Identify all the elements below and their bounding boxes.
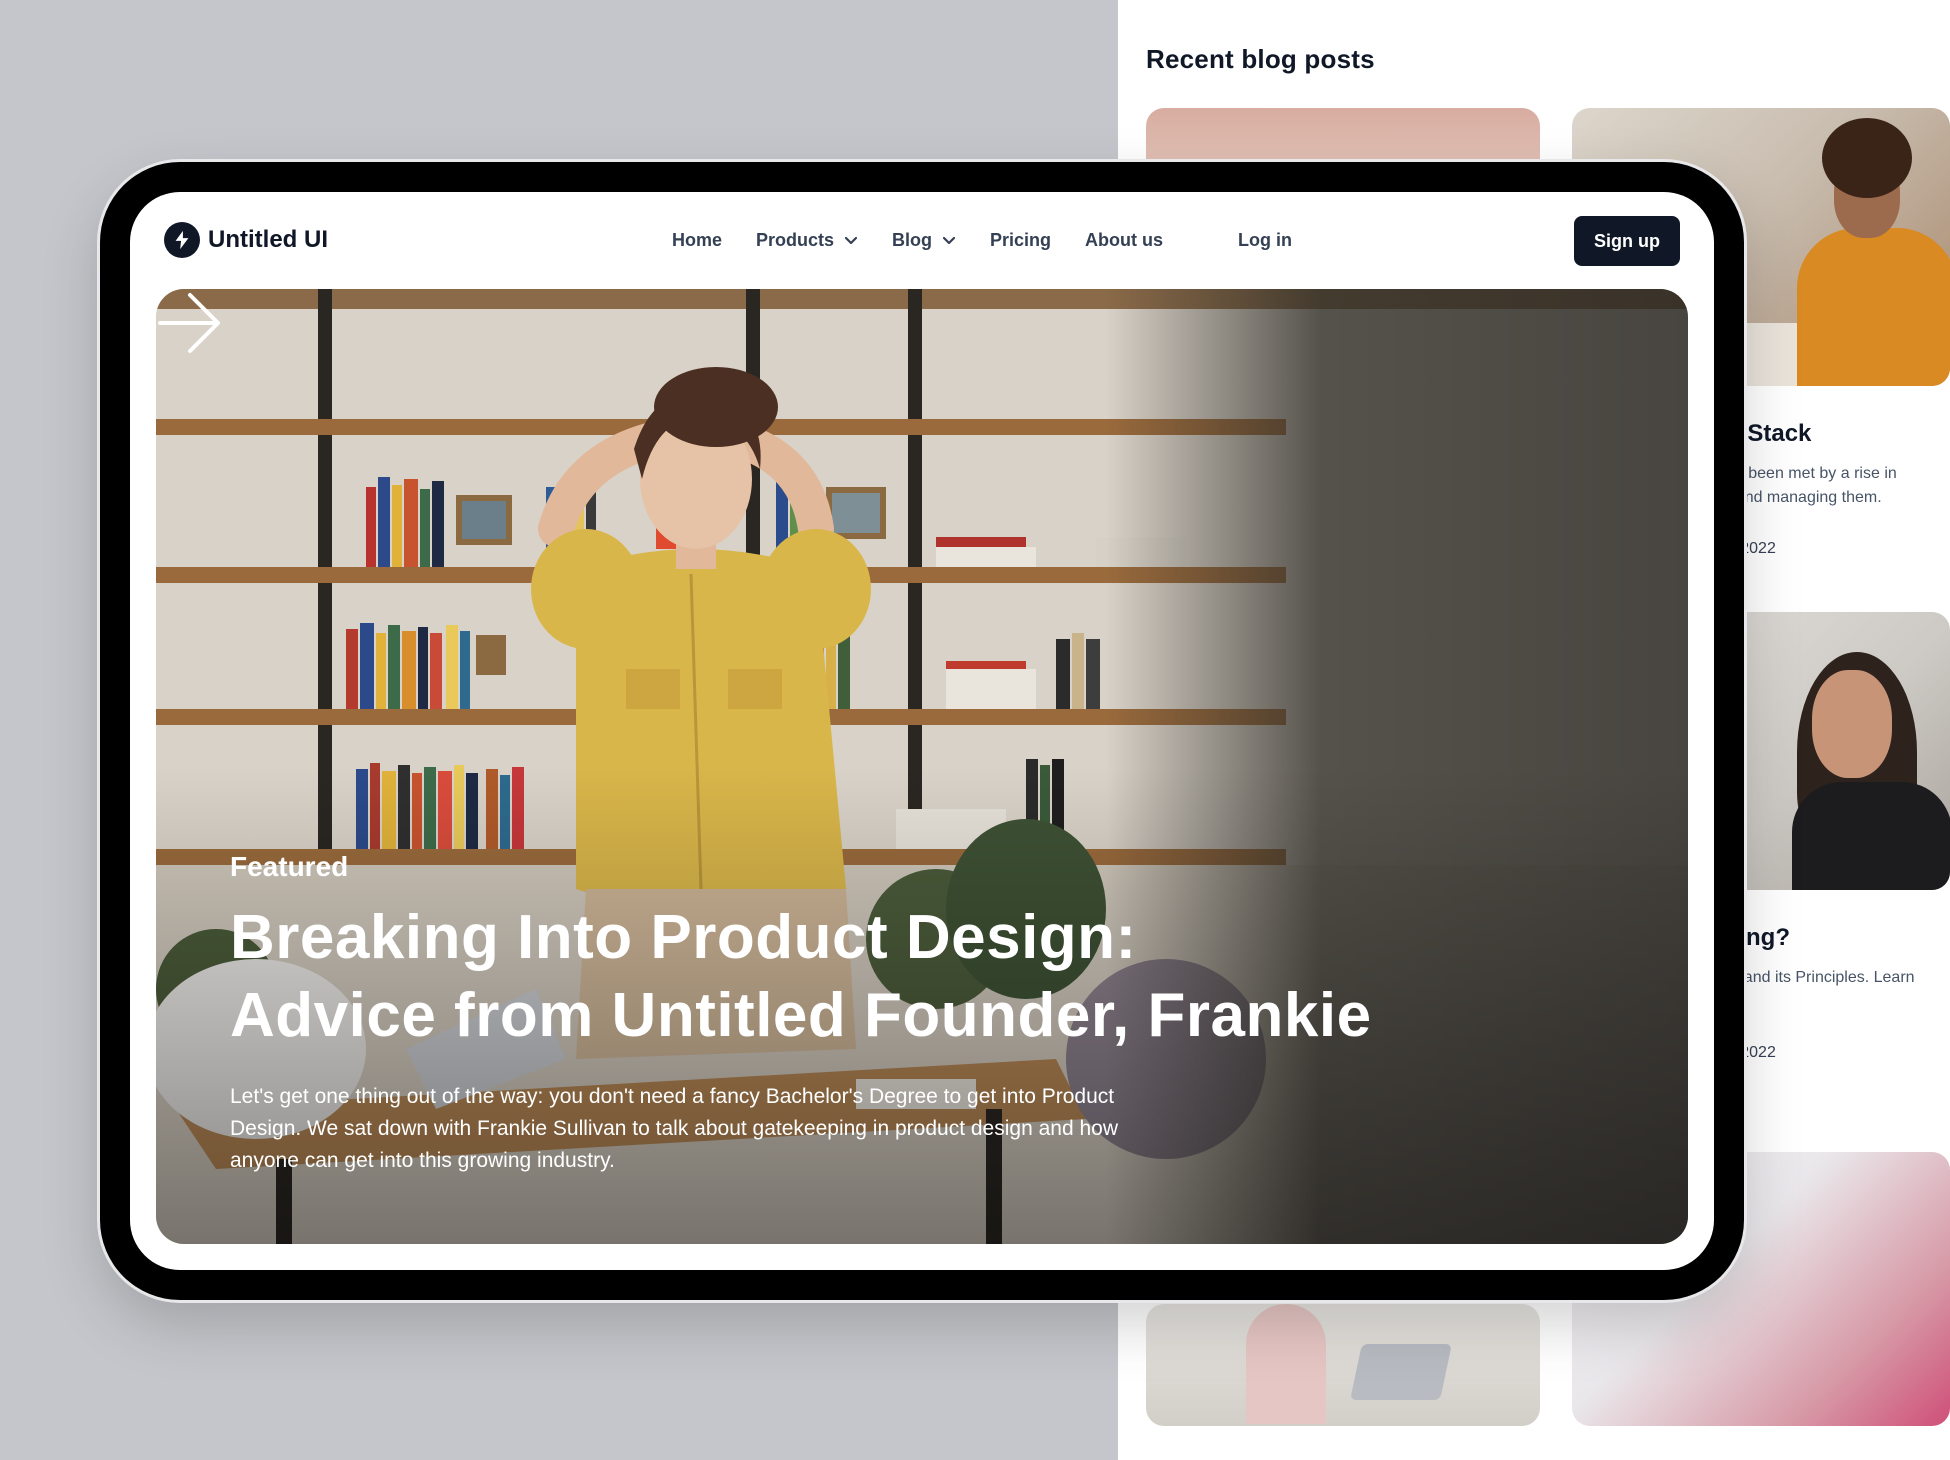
signup-button[interactable]: Sign up <box>1574 216 1680 266</box>
featured-post-description: Let's get one thing out of the way: you … <box>230 1085 1118 1172</box>
nav-item-about[interactable]: About us <box>1085 230 1163 251</box>
nav-item-blog[interactable]: Blog <box>892 230 956 251</box>
chevron-down-icon <box>942 236 956 244</box>
nav-item-products[interactable]: Products <box>756 230 858 251</box>
title-line: Breaking Into Product Design: <box>230 903 1137 972</box>
post-thumbnail[interactable] <box>1146 1304 1540 1426</box>
post-excerpt: g, and managing them. <box>1718 489 1882 506</box>
post-excerpt: stry. <box>1718 990 1950 1014</box>
tablet-screen: Untitled UI Home Products Blog Pricing A… <box>130 192 1714 1270</box>
brand-name: Untitled UI <box>208 226 328 253</box>
featured-tag: Featured <box>230 851 349 882</box>
nav-item-pricing[interactable]: Pricing <box>990 230 1051 251</box>
chevron-down-icon <box>844 236 858 244</box>
brand-logo[interactable]: Untitled UI <box>164 222 328 258</box>
nav-item-home[interactable]: Home <box>672 230 722 251</box>
nav-item-label: Blog <box>892 230 933 250</box>
nav-item-label: Products <box>756 230 835 250</box>
nav-item-label: Home <box>672 230 723 250</box>
recent-posts-heading: Recent blog posts <box>1146 44 1375 74</box>
featured-post-title[interactable]: Breaking Into Product Design: Advice fro… <box>230 899 1470 1055</box>
bolt-icon <box>164 222 200 258</box>
nav-item-label: About us <box>1085 230 1164 250</box>
arrow-right-icon[interactable] <box>156 289 224 357</box>
login-link[interactable]: Log in <box>1238 230 1292 251</box>
tablet-frame: Untitled UI Home Products Blog Pricing A… <box>100 162 1744 1300</box>
post-excerpt: has been met by a rise in <box>1718 465 1897 482</box>
featured-post-card[interactable]: Featured Breaking Into Product Design: A… <box>156 289 1688 1244</box>
nav-item-label: Pricing <box>990 230 1052 250</box>
main-nav: Home Products Blog Pricing About us <box>672 230 1163 251</box>
post-excerpt: ing and its Principles. Learn <box>1718 969 1915 986</box>
title-line: Advice from Untitled Founder, Frankie <box>230 981 1372 1050</box>
